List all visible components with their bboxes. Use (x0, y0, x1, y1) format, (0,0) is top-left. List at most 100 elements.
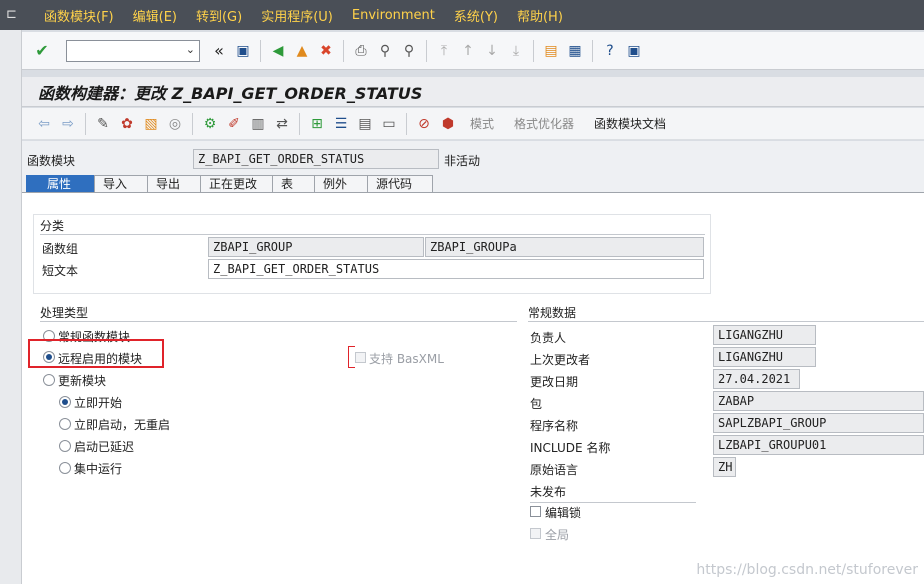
menu-edit[interactable]: 编辑(E) (133, 6, 177, 25)
short-text-field[interactable]: Z_BAPI_GET_ORDER_STATUS (208, 259, 704, 279)
object-list-icon[interactable]: ▥ (247, 113, 269, 135)
back-arrows-icon[interactable]: « (208, 40, 230, 62)
highlight-box (28, 339, 164, 368)
radio-collective-run-label: 集中运行 (74, 462, 123, 476)
print-icon[interactable]: ⎙ (350, 40, 372, 62)
exit-icon[interactable]: ▲ (291, 40, 313, 62)
menu-help[interactable]: 帮助(H) (517, 6, 563, 25)
shortcut-icon[interactable]: ▦ (564, 40, 586, 62)
menu-goto[interactable]: 转到(G) (196, 6, 242, 25)
new-session-icon[interactable]: ▤ (540, 40, 562, 62)
standard-toolbar: ✔ ⌄ « ▣ ◀ ▲ ✖ ⎙ ⚲ ⚲ ⤒ ↑ ↓ ⤓ ▤ ▦ ? ▣ (22, 32, 924, 70)
find-icon[interactable]: ⚲ (374, 40, 396, 62)
separator (299, 112, 300, 135)
arrow-left-icon[interactable]: ⇦ (33, 113, 55, 135)
pretty-printer-button[interactable]: 格式优化器 (514, 115, 574, 132)
table-icon[interactable]: ▤ (354, 113, 376, 135)
tab-import[interactable]: 导入 (94, 175, 148, 192)
change-date-label: 更改日期 (530, 375, 579, 389)
include-name-field: LZBAPI_GROUPU01 (713, 435, 924, 455)
menu-function-module[interactable]: 函数模块(F) (44, 6, 114, 25)
last-page-icon[interactable]: ⤓ (505, 40, 527, 62)
radio-start-immediately-label: 立即开始 (74, 396, 123, 410)
chevron-down-icon[interactable]: ⌄ (186, 43, 195, 56)
display-change-icon[interactable]: ✎ (92, 113, 114, 135)
arrow-right-icon[interactable]: ⇨ (57, 113, 79, 135)
radio-start-delayed[interactable] (59, 440, 71, 452)
where-used-icon[interactable]: ✐ (223, 113, 245, 135)
processing-type-title: 处理类型 (40, 304, 517, 322)
include-name-label: INCLUDE 名称 (530, 441, 611, 455)
package-label: 包 (530, 397, 543, 411)
separator (592, 39, 593, 62)
basxml-bracket (348, 346, 355, 368)
function-group-field[interactable]: ZBAPI_GROUP (208, 237, 424, 257)
tab-changing[interactable]: 正在更改 (200, 175, 273, 192)
application-toolbar: ⇦ ⇨ ✎ ✿ ▧ ◎ ⚙ ✐ ▥ ⇄ ⊞ ☰ ▤ ▭ ⊘ ⬢ 模式 格式优化器… (22, 108, 924, 140)
save-icon[interactable]: ▣ (232, 40, 254, 62)
program-name-field: SAPLZBAPI_GROUP (713, 413, 924, 433)
screen-icon[interactable]: ▭ (378, 113, 400, 135)
fm-docs-button[interactable]: 函数模块文档 (594, 115, 666, 132)
tab-attributes[interactable]: 属性 (26, 175, 95, 192)
previous-page-icon[interactable]: ↑ (457, 40, 479, 62)
global-label: 全局 (545, 528, 570, 542)
help-icon[interactable]: ? (599, 40, 621, 62)
menu-utilities[interactable]: 实用程序(U) (261, 6, 333, 25)
menu-environment[interactable]: Environment (352, 8, 435, 23)
structure-icon[interactable]: ☰ (330, 113, 352, 135)
menu-system[interactable]: 系统(Y) (454, 6, 498, 25)
enter-icon[interactable]: ✔ (31, 40, 53, 62)
basxml-label: 支持 BasXML (369, 352, 444, 366)
fm-label: 函数模块 (27, 154, 76, 168)
package-field[interactable]: ZABAP (713, 391, 924, 411)
radio-start-immediately[interactable] (59, 396, 71, 408)
test-icon[interactable]: ⚙ (199, 113, 221, 135)
separator (192, 112, 193, 135)
separator (406, 112, 407, 135)
radio-immediate-no-restart-label: 立即启动，无重启 (74, 418, 171, 432)
cancel-icon[interactable]: ✖ (315, 40, 337, 62)
find-next-icon[interactable]: ⚲ (398, 40, 420, 62)
original-language-field: ZH (713, 457, 736, 477)
separator (343, 39, 344, 62)
first-page-icon[interactable]: ⤒ (433, 40, 455, 62)
watermark-text: https://blog.csdn.net/stuforever (696, 562, 918, 578)
sticker-icon[interactable]: ⬢ (437, 113, 459, 135)
pattern-button[interactable]: 模式 (470, 115, 494, 132)
hierarchy-icon[interactable]: ⊞ (306, 113, 328, 135)
function-group-desc: ZBAPI_GROUPa (425, 237, 704, 257)
title-bar: 函数构建器：更改 Z_BAPI_GET_ORDER_STATUS (22, 77, 924, 107)
radio-immediate-no-restart[interactable] (59, 418, 71, 430)
active-inactive-icon[interactable]: ✿ (116, 113, 138, 135)
check-icon[interactable]: ▧ (140, 113, 162, 135)
tab-tables[interactable]: 表 (272, 175, 315, 192)
command-field[interactable]: ⌄ (66, 39, 200, 62)
separator (85, 112, 86, 135)
tab-exceptions[interactable]: 例外 (314, 175, 368, 192)
layout-menu-icon[interactable]: ▣ (623, 40, 645, 62)
function-group-label: 函数组 (42, 242, 79, 256)
next-page-icon[interactable]: ↓ (481, 40, 503, 62)
last-changed-field: LIGANGZHU (713, 347, 816, 367)
page-title: 函数构建器：更改 Z_BAPI_GET_ORDER_STATUS (38, 83, 423, 103)
radio-collective-run[interactable] (59, 462, 71, 474)
edit-lock-checkbox[interactable] (530, 506, 541, 517)
fm-name-field[interactable]: Z_BAPI_GET_ORDER_STATUS (193, 149, 439, 169)
system-menu-icon[interactable]: ⊏ (6, 7, 24, 23)
global-checkbox[interactable] (530, 528, 541, 539)
tab-source-code[interactable]: 源代码 (367, 175, 433, 192)
basxml-checkbox[interactable] (355, 352, 366, 363)
radio-update-module-label: 更新模块 (58, 374, 107, 388)
left-strip (0, 30, 22, 584)
stop-icon[interactable]: ⊘ (413, 113, 435, 135)
tab-export[interactable]: 导出 (147, 175, 201, 192)
responsible-field[interactable]: LIGANGZHU (713, 325, 816, 345)
radio-update-module[interactable] (43, 374, 55, 386)
tab-strip: 属性 导入 导出 正在更改 表 例外 源代码 (26, 175, 433, 192)
edit-lock-label: 编辑锁 (545, 506, 582, 520)
activate-icon[interactable]: ◎ (164, 113, 186, 135)
back-icon[interactable]: ◀ (267, 40, 289, 62)
navigation-icon[interactable]: ⇄ (271, 113, 293, 135)
radio-start-delayed-label: 启动已延迟 (74, 440, 135, 454)
